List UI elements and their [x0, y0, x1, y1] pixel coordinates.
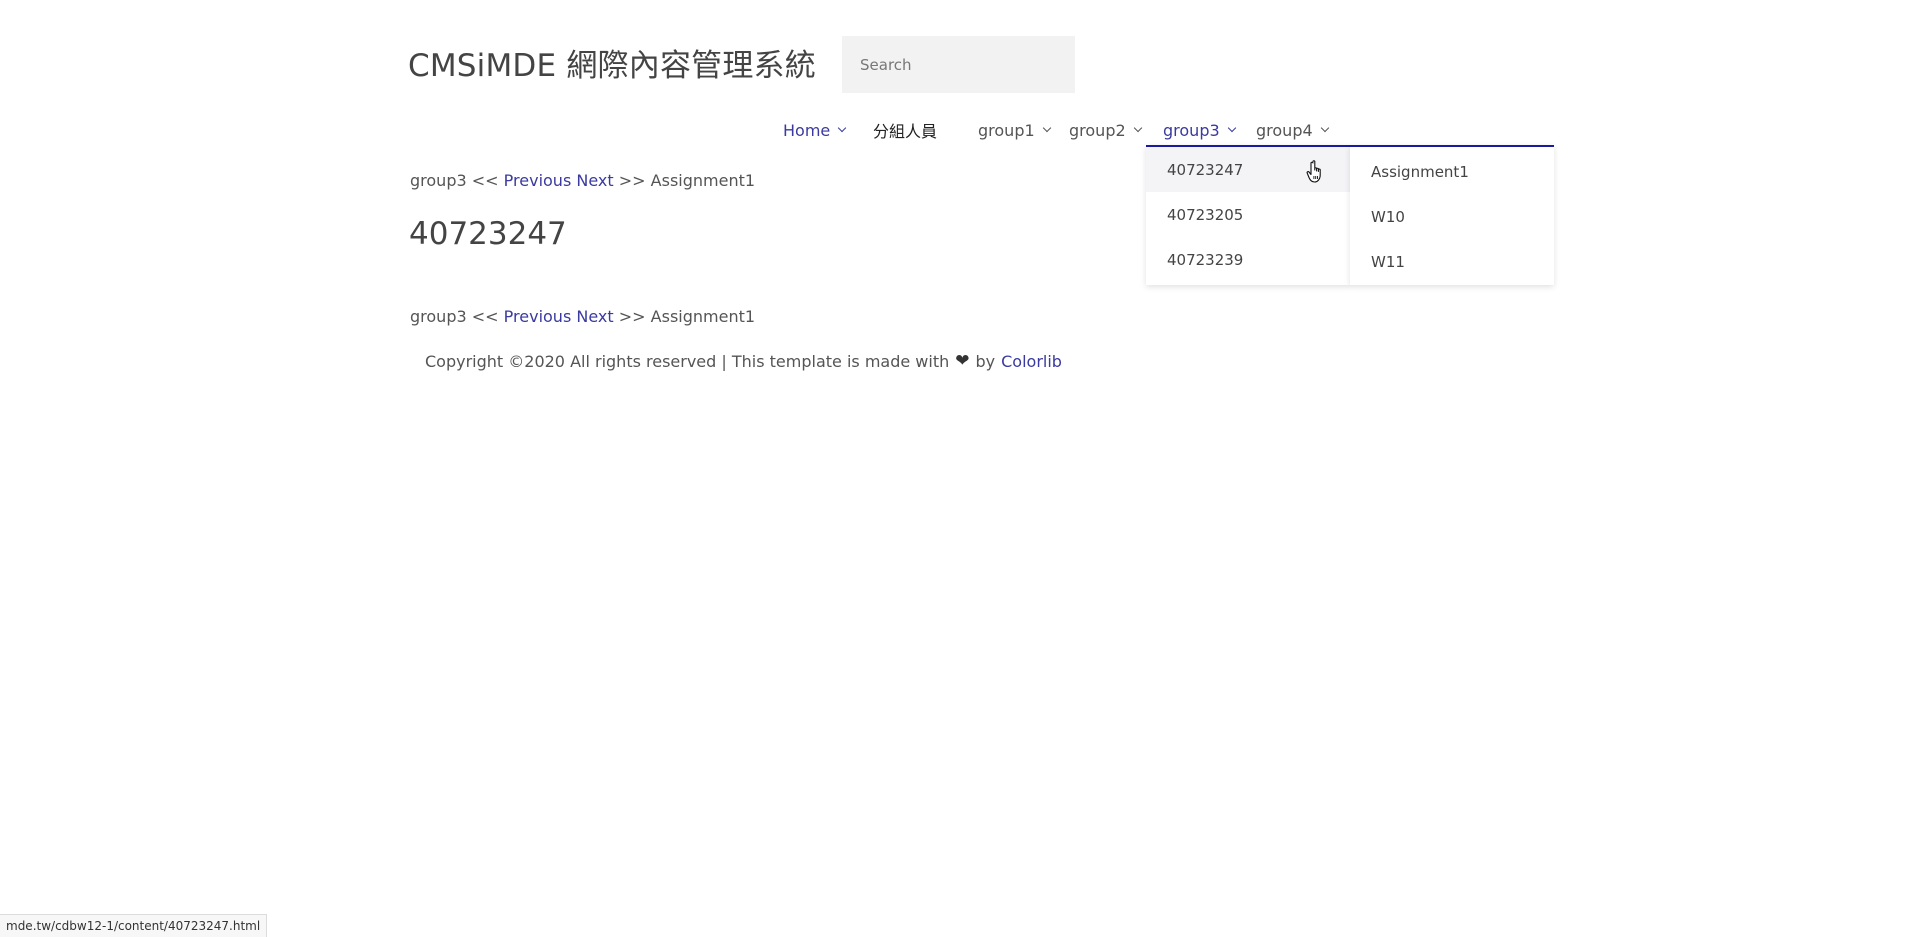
- nav-item-label: group3: [1163, 120, 1220, 140]
- dropdown-item-40723205[interactable]: 40723205: [1146, 192, 1350, 237]
- next-link[interactable]: Next: [576, 307, 613, 326]
- nav-item-label: 分組人員: [873, 122, 938, 141]
- chevron-down-icon: [1320, 123, 1329, 133]
- dropdown-item-w11[interactable]: W11: [1350, 239, 1554, 284]
- dropdown-item-40723239[interactable]: 40723239: [1146, 237, 1350, 282]
- breadcrumb-left-arrows: <<: [471, 307, 499, 326]
- footer: Copyright ©2020 All rights reserved | Th…: [425, 351, 1062, 371]
- colorlib-link[interactable]: Colorlib: [1001, 352, 1062, 371]
- page: CMSiMDE 網際內容管理系統 Home 分組人員 group1 group2…: [0, 0, 1920, 937]
- chevron-down-icon: [1227, 123, 1236, 133]
- breadcrumb-target: Assignment1: [650, 307, 756, 326]
- breadcrumb-top: group3 << Previous Next >> Assignment1: [410, 171, 755, 190]
- chevron-down-icon: [1042, 123, 1051, 133]
- nav-item-label: group1: [978, 120, 1035, 140]
- breadcrumb-group: group3: [410, 171, 467, 190]
- chevron-down-icon: [838, 123, 847, 133]
- dropdown-item-assignment1[interactable]: Assignment1: [1350, 149, 1554, 194]
- nav-item-group2[interactable]: group2: [1069, 113, 1142, 147]
- previous-link[interactable]: Previous: [504, 171, 572, 190]
- breadcrumb-right-arrows: >>: [618, 307, 646, 326]
- search-input[interactable]: [842, 36, 1075, 93]
- nav-item-label: group4: [1256, 120, 1313, 140]
- next-link[interactable]: Next: [576, 171, 613, 190]
- browser-status-bar: mde.tw/cdbw12-1/content/40723247.html: [0, 914, 268, 937]
- breadcrumb-target: Assignment1: [650, 171, 756, 190]
- breadcrumb-right-arrows: >>: [618, 171, 646, 190]
- nav-item-label: group2: [1069, 120, 1126, 140]
- nav-item-home[interactable]: Home: [783, 113, 847, 147]
- nav-item-group3[interactable]: group3: [1163, 113, 1236, 147]
- chevron-down-icon: [1133, 123, 1142, 133]
- breadcrumb-bottom: group3 << Previous Next >> Assignment1: [410, 307, 755, 326]
- dropdown-pages: Assignment1 W10 W11: [1350, 145, 1554, 285]
- nav-item-group1[interactable]: group1: [978, 113, 1051, 147]
- nav-item-members[interactable]: 分組人員: [873, 113, 937, 147]
- nav-item-label: Home: [783, 120, 831, 140]
- breadcrumb-left-arrows: <<: [471, 171, 499, 190]
- hand-pointer-cursor-icon: [1306, 160, 1321, 183]
- site-title[interactable]: CMSiMDE 網際內容管理系統: [408, 40, 816, 85]
- footer-copyright: Copyright ©2020 All rights reserved | Th…: [425, 351, 950, 371]
- nav-item-group4[interactable]: group4: [1256, 113, 1329, 147]
- breadcrumb-group: group3: [410, 307, 467, 326]
- dropdown-item-w10[interactable]: W10: [1350, 194, 1554, 239]
- footer-by: by: [975, 351, 996, 371]
- heart-icon: ❤: [955, 351, 970, 371]
- page-title: 40723247: [409, 216, 567, 252]
- previous-link[interactable]: Previous: [504, 307, 572, 326]
